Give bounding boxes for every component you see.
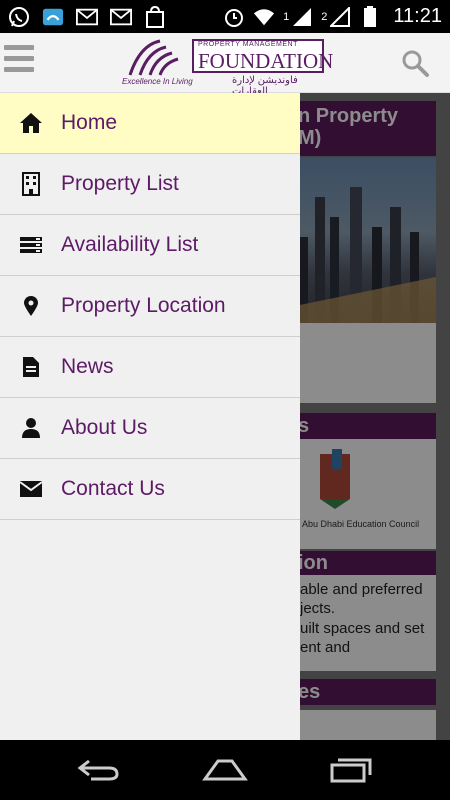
status-bar: 1 2 11:21 [0, 0, 450, 33]
building-icon [18, 171, 44, 197]
drawer-item-label: Contact Us [61, 477, 165, 500]
drawer-item-label: Home [61, 111, 118, 134]
whatsapp-icon [8, 6, 30, 28]
company-logo: Excellence In Living PROPERTY MANAGEMENT… [122, 35, 333, 97]
alarm-icon [223, 6, 245, 28]
logo-wordmark: PROPERTY MANAGEMENT FOUNDATION [192, 39, 333, 73]
logo-tagline: Excellence In Living [122, 77, 193, 86]
store-icon [144, 5, 166, 28]
drawer-item-label: Availability List [61, 233, 199, 256]
person-icon [18, 415, 44, 441]
drawer-item-label: Property Location [61, 294, 226, 317]
sim-label: 1 [283, 10, 290, 23]
search-icon[interactable] [400, 48, 430, 78]
home-nav-icon [202, 759, 248, 781]
drawer-item-property-list[interactable]: Property List [0, 154, 300, 215]
document-icon [18, 354, 44, 380]
envelope-icon [18, 476, 44, 502]
drawer-item-news[interactable]: News [0, 337, 300, 398]
recents-icon [330, 758, 372, 783]
drawer-item-label: News [61, 355, 114, 378]
clock: 11:21 [393, 5, 442, 27]
drawer-item-label: Property List [61, 172, 179, 195]
signal-icon [329, 6, 351, 28]
system-nav-bar [0, 740, 450, 800]
drawer-item-home[interactable]: Home [0, 93, 300, 154]
drawer-item-label: About Us [61, 416, 148, 439]
back-button[interactable] [76, 754, 122, 786]
recents-button[interactable] [328, 754, 374, 786]
drawer-item-availability-list[interactable]: Availability List [0, 215, 300, 276]
drawer-item-property-location[interactable]: Property Location [0, 276, 300, 337]
drawer-item-about-us[interactable]: About Us [0, 398, 300, 459]
drawer-item-contact-us[interactable]: Contact Us [0, 459, 300, 520]
gmail-icon [76, 6, 98, 28]
list-icon [18, 232, 44, 258]
home-button[interactable] [202, 754, 248, 786]
wifi-icon [253, 6, 275, 28]
navigation-drawer: Home Property List Availability List Pro… [0, 93, 300, 740]
app-header: Excellence In Living PROPERTY MANAGEMENT… [0, 33, 450, 97]
phone-icon [42, 6, 64, 28]
menu-icon[interactable] [4, 45, 34, 81]
battery-icon [359, 5, 381, 28]
logo-mark-icon [126, 37, 182, 77]
signal-icon [291, 6, 313, 28]
back-arrow-icon [77, 759, 119, 781]
gmail-icon [110, 6, 132, 28]
location-pin-icon [18, 293, 44, 319]
home-icon [18, 110, 44, 136]
sim2-label: 2 [321, 10, 328, 23]
